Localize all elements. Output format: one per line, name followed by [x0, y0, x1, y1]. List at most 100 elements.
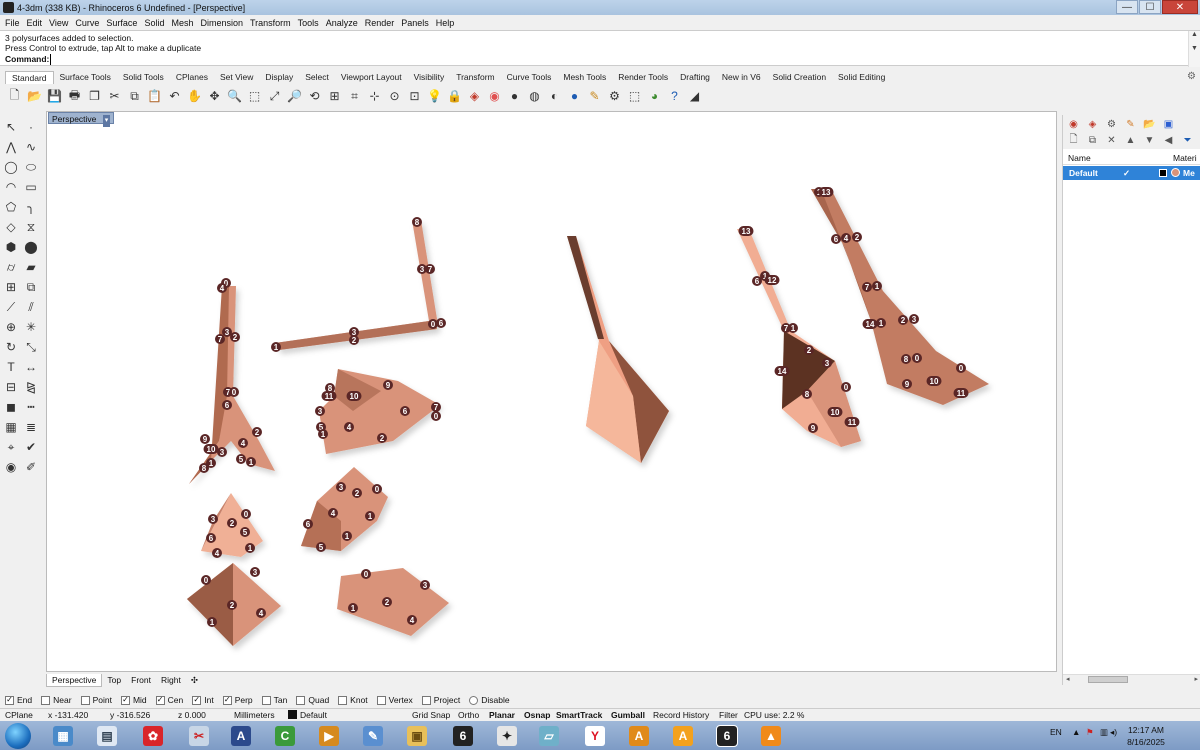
grid-icon[interactable]: ▦	[2, 418, 20, 436]
join-icon[interactable]: ⊕	[2, 318, 20, 336]
toolbar-settings-gear-icon[interactable]: ⚙	[1187, 71, 1196, 82]
taskbar-app-autocad2-icon[interactable]: A	[664, 724, 702, 748]
maximize-button[interactable]: ☐	[1139, 0, 1161, 14]
flat-quad-part[interactable]	[337, 568, 449, 636]
osnap-checkbox[interactable]	[338, 695, 348, 705]
toolbar-overflow-icon[interactable]: ◢	[687, 89, 702, 104]
taskbar-app-explorer-icon[interactable]: ▦	[44, 724, 82, 748]
taskbar-app-media-icon[interactable]: ▶	[310, 724, 348, 748]
extrude-icon[interactable]: ▰	[22, 258, 40, 276]
render-panel-icon[interactable]: ⚙	[1105, 118, 1118, 131]
viewport-menu-chevron-icon[interactable]: ▾	[102, 115, 111, 127]
tab-select[interactable]: Select	[299, 71, 335, 84]
taskbar-app-tablet-icon[interactable]: ▱	[530, 724, 568, 748]
print-icon[interactable]: 🖶	[67, 88, 82, 104]
zoom-icon[interactable]: 🔍	[227, 89, 242, 104]
menu-panels[interactable]: Panels	[401, 18, 429, 28]
taskbar-app-autocad-icon[interactable]: A	[620, 724, 658, 748]
options-gear-icon[interactable]: ⚙	[607, 89, 622, 104]
pen-icon[interactable]: ✎	[587, 89, 602, 104]
scale-icon[interactable]: ⤡	[22, 338, 40, 356]
tab-solid-editing[interactable]: Solid Editing	[832, 71, 891, 84]
select-box-icon[interactable]: ⬚	[627, 89, 642, 104]
osnap-checkbox[interactable]: ✓	[222, 695, 232, 705]
taskbar-app-notepad-icon[interactable]: ▤	[88, 724, 126, 748]
surface-icon[interactable]: ◇	[2, 218, 20, 236]
arc-icon[interactable]: ◠	[2, 178, 20, 196]
lock-icon[interactable]: 🔒	[447, 89, 462, 104]
point-icon[interactable]: ·	[22, 118, 40, 136]
select-arrow-icon[interactable]: ↖	[2, 118, 20, 136]
cylinder-icon[interactable]: ⌭	[2, 258, 20, 276]
tab-surface-tools[interactable]: Surface Tools	[54, 71, 117, 84]
split-icon[interactable]: ⫽	[22, 298, 40, 316]
circle-icon[interactable]: ◯	[2, 158, 20, 176]
four-viewports-icon[interactable]: ⊞	[327, 89, 342, 104]
blade-part[interactable]	[567, 236, 669, 463]
layer-icon[interactable]: ≣	[22, 418, 40, 436]
menu-curve[interactable]: Curve	[75, 18, 99, 28]
panel-horizontal-scrollbar[interactable]: ◂ ▸	[1063, 674, 1200, 685]
osnap-point[interactable]: Point	[80, 695, 112, 705]
paste-icon[interactable]: 📋	[147, 89, 162, 104]
tab-transform[interactable]: Transform	[450, 71, 500, 84]
tab-mesh-tools[interactable]: Mesh Tools	[557, 71, 612, 84]
zoom-window-icon[interactable]: ⬚	[247, 89, 262, 104]
analyze-icon[interactable]: ⌖	[2, 438, 20, 456]
render-sphere-icon[interactable]: ◐	[547, 89, 562, 104]
named-cplane-icon[interactable]: ⊹	[367, 89, 382, 104]
taskbar-app-rhino6-icon[interactable]: 6	[444, 724, 482, 748]
language-indicator[interactable]: EN	[1050, 727, 1062, 737]
start-button[interactable]	[5, 723, 31, 749]
layer-material-swatch[interactable]	[1171, 168, 1180, 177]
taskbar-app-yandex-icon[interactable]: Y	[576, 724, 614, 748]
menu-transform[interactable]: Transform	[250, 18, 291, 28]
sphere-icon[interactable]: ⬤	[22, 238, 40, 256]
tab-solid-creation[interactable]: Solid Creation	[767, 71, 832, 84]
pan-hand-icon[interactable]: ✋	[187, 89, 202, 104]
osnap-checkbox[interactable]	[296, 695, 306, 705]
menu-edit[interactable]: Edit	[27, 18, 43, 28]
box-icon[interactable]: ⬢	[2, 238, 20, 256]
menu-mesh[interactable]: Mesh	[171, 18, 193, 28]
osnap-perp[interactable]: ✓ Perp	[222, 695, 253, 705]
taskbar-app-person-icon[interactable]: ✦	[488, 724, 526, 748]
mirror-icon[interactable]: ⧎	[22, 378, 40, 396]
osnap-checkbox[interactable]: ✓	[192, 695, 202, 705]
layer-color-swatch[interactable]	[1159, 169, 1167, 177]
render-icon[interactable]: ◉	[2, 458, 20, 476]
help-icon[interactable]: ?	[667, 89, 682, 104]
taskbar-app-rhino-active-icon[interactable]: 6	[708, 724, 746, 748]
record-history-toggle[interactable]: Record History	[653, 710, 709, 720]
properties-panel-icon[interactable]: ◉	[1067, 118, 1080, 131]
viewport-tab-perspective[interactable]: Perspective	[46, 674, 103, 687]
loft-icon[interactable]: ⧖	[22, 218, 40, 236]
taskbar-app-vlc-icon[interactable]: ▲	[752, 724, 790, 748]
layer-row-default[interactable]: Default ✓ Me	[1063, 166, 1200, 180]
osnap-tan[interactable]: Tan	[261, 695, 287, 705]
material-icon[interactable]: ◈	[467, 89, 482, 104]
paint-icon[interactable]: ✐	[22, 458, 40, 476]
menu-help[interactable]: Help	[436, 18, 455, 28]
column-name-header[interactable]: Name	[1068, 153, 1091, 163]
render-globe-icon[interactable]: ◕	[647, 89, 662, 104]
tower-part[interactable]	[189, 286, 275, 484]
tab-display[interactable]: Display	[259, 71, 299, 84]
move-down-icon[interactable]: ▼	[1143, 134, 1156, 147]
taskbar-app-snipping-icon[interactable]: ✂	[180, 724, 218, 748]
osnap-checkbox[interactable]	[80, 695, 90, 705]
rectangle-icon[interactable]: ▭	[22, 178, 40, 196]
tab-set-view[interactable]: Set View	[214, 71, 259, 84]
taskbar-app-huawei-icon[interactable]: ✿	[134, 724, 172, 748]
taskbar-app-paint-icon[interactable]: ✎	[354, 724, 392, 748]
ortho-toggle[interactable]: Ortho	[458, 710, 479, 720]
osnap-checkbox[interactable]	[41, 695, 51, 705]
undo-view-icon[interactable]: ⟲	[307, 89, 322, 104]
move-parent-icon[interactable]: ◀	[1162, 134, 1175, 147]
osnap-checkbox[interactable]: ✓	[5, 695, 14, 705]
libraries-panel-icon[interactable]: 📂	[1143, 118, 1156, 131]
command-history-scrollbar[interactable]: ▲ ▼	[1188, 31, 1200, 67]
ruler-icon[interactable]: ┅	[22, 398, 40, 416]
zoom-selected-icon[interactable]: 🔎	[287, 89, 302, 104]
explode-icon[interactable]: ✳	[22, 318, 40, 336]
